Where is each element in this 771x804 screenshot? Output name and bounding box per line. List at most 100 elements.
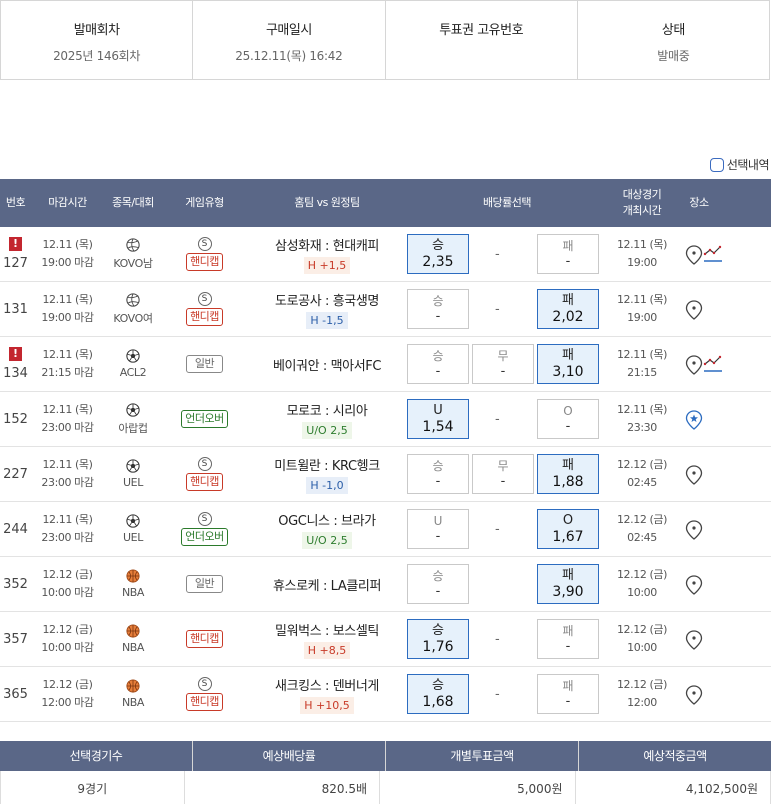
game-row: ! 127 12.11 (목) 19:00 마감 KOVO남 S 핸디캡 삼성화재 : 현대캐… <box>0 227 771 282</box>
odds-option-label: 승 <box>432 623 444 638</box>
game-type-tag: 핸디캡 <box>186 630 223 648</box>
deadline-time: 21:15 마감 <box>41 366 94 379</box>
game-type-cell: S 핸디캡 <box>162 677 247 711</box>
map-pin-icon[interactable] <box>685 630 703 650</box>
map-pin-icon[interactable] <box>685 465 703 485</box>
trend-chart-icon[interactable] <box>703 243 723 263</box>
map-pin-icon[interactable] <box>685 685 703 705</box>
map-pin-icon[interactable] <box>685 245 703 265</box>
map-pin-icon[interactable] <box>685 520 703 540</box>
soccer-ball-icon <box>126 349 140 363</box>
league-label: KOVO여 <box>113 311 153 325</box>
league-label: 아랍컵 <box>118 421 148 435</box>
odds-option-label: 승 <box>432 238 444 253</box>
header-date-line1: 대상경기 <box>622 188 662 201</box>
deadline-time: 19:00 마감 <box>41 311 94 324</box>
row-number: 127 <box>3 256 28 271</box>
odds-option-value: 1,88 <box>552 474 584 490</box>
odds-option-home[interactable]: U- <box>407 509 469 549</box>
odds-option-draw[interactable]: 무- <box>472 344 534 384</box>
league-label: KOVO남 <box>113 256 153 270</box>
odds-option-home[interactable]: 승- <box>407 564 469 604</box>
match-date: 12.11 (목) <box>616 293 668 306</box>
odds-option-label: 승 <box>432 459 444 473</box>
match-time: 02:45 <box>627 476 657 489</box>
star-pin-icon[interactable] <box>685 410 703 430</box>
odds-option-label: 패 <box>562 624 574 638</box>
summary-header: 선택경기수 예상배당률 개별투표금액 예상적중금액 <box>0 741 771 771</box>
odds-option-home[interactable]: 승 1,68 <box>407 674 469 714</box>
soccer-ball-icon <box>126 459 140 473</box>
league-label: ACL2 <box>119 366 147 379</box>
place-cell <box>677 392 721 446</box>
deadline-time: 10:00 마감 <box>41 641 94 654</box>
game-type-tag: 언더오버 <box>181 528 228 546</box>
info-ticket-id-label: 투표권 고유번호 <box>439 23 524 38</box>
trend-chart-icon[interactable] <box>703 353 723 373</box>
odds-cell: 승 - 무 - 패 3,10 <box>407 337 607 391</box>
summary-payout: 4,102,500원 <box>685 782 758 796</box>
odds-draw-dash: - <box>495 302 500 317</box>
odds-option-home[interactable]: 승 2,35 <box>407 234 469 274</box>
row-number: 357 <box>3 632 28 647</box>
game-type-tag: 핸디캡 <box>186 253 223 271</box>
special-s-icon: S <box>197 677 212 691</box>
odds-option-home[interactable]: U 1,54 <box>407 399 469 439</box>
odds-option-label: 승 <box>432 294 444 308</box>
header-game-type: 게임유형 <box>185 196 224 209</box>
odds-option-away[interactable]: O 1,67 <box>537 509 599 549</box>
line-badge: H +10,5 <box>300 696 354 714</box>
map-pin-icon[interactable] <box>685 575 703 595</box>
odds-option-home[interactable]: 승 1,76 <box>407 619 469 659</box>
odds-option-away[interactable]: 패- <box>537 619 599 659</box>
odds-option-away[interactable]: 패- <box>537 234 599 274</box>
match-time: 19:00 <box>627 256 657 269</box>
place-cell <box>677 282 721 336</box>
odds-option-draw[interactable]: 무- <box>472 454 534 494</box>
row-number: 134 <box>3 366 28 381</box>
game-type-tag: 핸디캡 <box>186 693 223 711</box>
header-place: 장소 <box>689 196 709 209</box>
volleyball-icon <box>126 237 140 252</box>
odds-option-label: 패 <box>562 679 574 693</box>
summary-header-count: 선택경기수 <box>0 741 193 771</box>
teams-label: OGC니스 : 브라가 <box>278 513 376 529</box>
sport-cell: NBA <box>104 624 162 654</box>
odds-option-away[interactable]: 패 2,02 <box>537 289 599 329</box>
selection-legend-swatch <box>709 157 724 172</box>
odds-option-away[interactable]: O- <box>537 399 599 439</box>
sport-cell: UEL <box>104 459 162 489</box>
odds-option-value: - <box>435 529 441 544</box>
ticket-info-table: 발매회차 2025년 146회차 구매일시 25.12.11(목) 16:42 … <box>0 0 770 80</box>
row-number-cell: 352 <box>0 557 31 611</box>
row-number-cell: 244 <box>0 502 31 556</box>
line-badge: H +1,5 <box>303 256 351 274</box>
warning-icon: ! <box>9 237 22 251</box>
summary-header-odds: 예상배당률 <box>193 741 386 771</box>
odds-option-label: U <box>433 514 443 528</box>
league-label: NBA <box>121 696 145 709</box>
odds-option-away[interactable]: 패 3,10 <box>537 344 599 384</box>
deadline-time: 23:00 마감 <box>41 476 94 489</box>
match-time: 21:15 <box>627 366 657 379</box>
game-type-cell: 언더오버 <box>162 410 247 428</box>
odds-option-label: 패 <box>562 239 574 253</box>
odds-option-away[interactable]: 패 3,90 <box>537 564 599 604</box>
deadline-cell: 12.12 (금) 10:00 마감 <box>31 566 104 602</box>
odds-option-away[interactable]: 패 1,88 <box>537 454 599 494</box>
odds-option-home[interactable]: 승- <box>407 344 469 384</box>
game-type-tag: 핸디캡 <box>186 473 223 491</box>
match-time: 19:00 <box>627 311 657 324</box>
deadline-time: 10:00 마감 <box>41 586 94 599</box>
odds-option-home[interactable]: 승- <box>407 454 469 494</box>
map-pin-icon[interactable] <box>685 300 703 320</box>
league-label: NBA <box>121 586 145 599</box>
map-pin-icon[interactable] <box>685 355 703 375</box>
match-time: 10:00 <box>627 586 657 599</box>
odds-option-home[interactable]: 승- <box>407 289 469 329</box>
sport-cell: UEL <box>104 514 162 544</box>
odds-option-label: 승 <box>432 349 444 363</box>
odds-option-away[interactable]: 패- <box>537 674 599 714</box>
sport-cell: NBA <box>104 679 162 709</box>
row-number-cell: 152 <box>0 392 31 446</box>
